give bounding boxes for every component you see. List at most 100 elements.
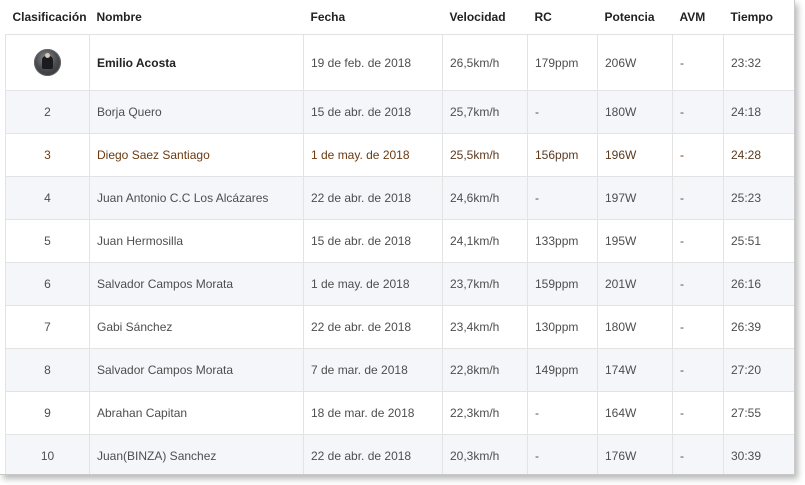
rank-cell: 4 (5, 176, 90, 220)
heart-rate-value: 149ppm (527, 348, 598, 392)
athlete-name[interactable]: Borja Quero (89, 90, 304, 134)
table-row[interactable]: 9 Abrahan Capitan 18 de mar. de 2018 22,… (5, 391, 794, 435)
table-row[interactable]: 4 Juan Antonio C.C Los Alcázares 22 de a… (5, 176, 794, 220)
time-value: 26:39 (723, 305, 794, 349)
speed-value: 22,3km/h (442, 391, 528, 435)
table-row[interactable]: 2 Borja Quero 15 de abr. de 2018 25,7km/… (5, 90, 794, 134)
rank-cell (5, 34, 90, 91)
effort-date-link[interactable]: 22 de abr. de 2018 (303, 434, 443, 474)
effort-date-link[interactable]: 1 de may. de 2018 (303, 133, 443, 177)
heart-rate-value: 130ppm (527, 305, 598, 349)
header-avm[interactable]: AVM (672, 0, 724, 35)
rank-cell: 5 (5, 219, 90, 263)
athlete-name[interactable]: Salvador Campos Morata (89, 348, 304, 392)
heart-rate-value: 159ppm (527, 262, 598, 306)
heart-rate-value: 179ppm (527, 34, 598, 91)
heart-rate-value: 156ppm (527, 133, 598, 177)
time-value: 30:39 (723, 434, 794, 474)
header-power[interactable]: Potencia (597, 0, 673, 35)
power-value: 176W (597, 434, 673, 474)
speed-value: 23,7km/h (442, 262, 528, 306)
avm-value: - (672, 434, 724, 474)
athlete-name[interactable]: Diego Saez Santiago (89, 133, 304, 177)
time-value: 27:20 (723, 348, 794, 392)
heart-rate-value: - (527, 434, 598, 474)
rank-cell: 2 (5, 90, 90, 134)
rank-cell: 8 (5, 348, 90, 392)
heart-rate-value: - (527, 176, 598, 220)
time-value: 23:32 (723, 34, 794, 91)
time-value: 24:28 (723, 133, 794, 177)
athlete-name[interactable]: Abrahan Capitan (89, 391, 304, 435)
athlete-name[interactable]: Salvador Campos Morata (89, 262, 304, 306)
table-row[interactable]: 8 Salvador Campos Morata 7 de mar. de 20… (5, 348, 794, 392)
avm-value: - (672, 176, 724, 220)
avm-value: - (672, 391, 724, 435)
table-row[interactable]: 3 Diego Saez Santiago 1 de may. de 2018 … (5, 133, 794, 177)
avm-value: - (672, 305, 724, 349)
table-row[interactable]: Emilio Acosta 19 de feb. de 2018 26,5km/… (5, 34, 794, 91)
rank-cell: 9 (5, 391, 90, 435)
table-row[interactable]: 10 Juan(BINZA) Sanchez 22 de abr. de 201… (5, 434, 794, 474)
speed-value: 20,3km/h (442, 434, 528, 474)
time-value: 27:55 (723, 391, 794, 435)
time-value: 25:51 (723, 219, 794, 263)
time-value: 25:23 (723, 176, 794, 220)
rank-cell: 10 (5, 434, 90, 474)
effort-date-link[interactable]: 19 de feb. de 2018 (303, 34, 443, 91)
effort-date-link[interactable]: 22 de abr. de 2018 (303, 305, 443, 349)
avm-value: - (672, 348, 724, 392)
power-value: 197W (597, 176, 673, 220)
effort-date-link[interactable]: 15 de abr. de 2018 (303, 219, 443, 263)
avm-value: - (672, 262, 724, 306)
table-row[interactable]: 6 Salvador Campos Morata 1 de may. de 20… (5, 262, 794, 306)
header-time[interactable]: Tiempo (723, 0, 794, 35)
power-value: 195W (597, 219, 673, 263)
avm-value: - (672, 90, 724, 134)
athlete-name[interactable]: Emilio Acosta (89, 34, 304, 91)
speed-value: 25,5km/h (442, 133, 528, 177)
speed-value: 23,4km/h (442, 305, 528, 349)
effort-date-link[interactable]: 18 de mar. de 2018 (303, 391, 443, 435)
leaderboard-table: Clasificación Nombre Fecha Velocidad RC … (5, 0, 794, 474)
power-value: 174W (597, 348, 673, 392)
rank-cell: 7 (5, 305, 90, 349)
avm-value: - (672, 133, 724, 177)
rank-cell: 3 (5, 133, 90, 177)
power-value: 196W (597, 133, 673, 177)
time-value: 24:18 (723, 90, 794, 134)
rider-avatar-icon[interactable] (34, 49, 61, 76)
heart-rate-value: 133ppm (527, 219, 598, 263)
table-header-row: Clasificación Nombre Fecha Velocidad RC … (5, 0, 794, 35)
power-value: 180W (597, 90, 673, 134)
effort-date-link[interactable]: 15 de abr. de 2018 (303, 90, 443, 134)
athlete-name[interactable]: Juan(BINZA) Sanchez (89, 434, 304, 474)
header-name[interactable]: Nombre (89, 0, 304, 35)
power-value: 164W (597, 391, 673, 435)
athlete-name[interactable]: Juan Antonio C.C Los Alcázares (89, 176, 304, 220)
speed-value: 25,7km/h (442, 90, 528, 134)
athlete-name[interactable]: Juan Hermosilla (89, 219, 304, 263)
effort-date-link[interactable]: 7 de mar. de 2018 (303, 348, 443, 392)
power-value: 206W (597, 34, 673, 91)
header-date[interactable]: Fecha (303, 0, 443, 35)
power-value: 180W (597, 305, 673, 349)
heart-rate-value: - (527, 90, 598, 134)
athlete-name[interactable]: Gabi Sánchez (89, 305, 304, 349)
header-rank[interactable]: Clasificación (5, 0, 90, 35)
header-rc[interactable]: RC (527, 0, 598, 35)
effort-date-link[interactable]: 1 de may. de 2018 (303, 262, 443, 306)
table-row[interactable]: 7 Gabi Sánchez 22 de abr. de 2018 23,4km… (5, 305, 794, 349)
power-value: 201W (597, 262, 673, 306)
avm-value: - (672, 219, 724, 263)
table-row[interactable]: 5 Juan Hermosilla 15 de abr. de 2018 24,… (5, 219, 794, 263)
avm-value: - (672, 34, 724, 91)
heart-rate-value: - (527, 391, 598, 435)
speed-value: 24,6km/h (442, 176, 528, 220)
header-speed[interactable]: Velocidad (442, 0, 528, 35)
effort-date-link[interactable]: 22 de abr. de 2018 (303, 176, 443, 220)
leaderboard-panel: Clasificación Nombre Fecha Velocidad RC … (0, 0, 795, 475)
speed-value: 22,8km/h (442, 348, 528, 392)
rank-cell: 6 (5, 262, 90, 306)
speed-value: 24,1km/h (442, 219, 528, 263)
